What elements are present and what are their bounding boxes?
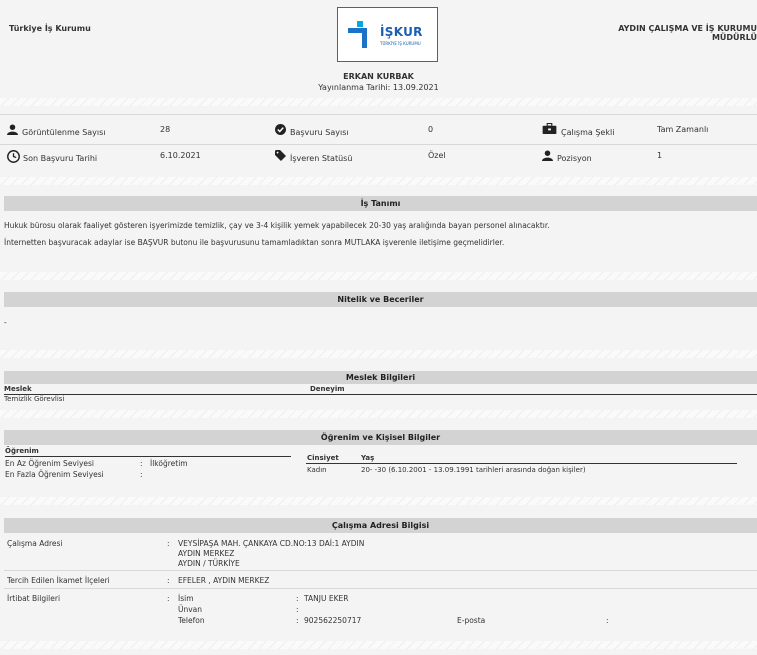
tag-icon [275,150,286,161]
contact-email-label: E-posta [457,616,486,625]
org-name-right: AYDIN ÇALIŞMA VE İŞ KURUMU MÜDÜRLÜ [557,24,757,42]
publish-date-line: Yayınlanma Tarihi: 13.09.2021 [0,83,757,92]
work-address-label: Çalışma Adresi [7,539,63,548]
iskur-logo: İŞKUR TÜRKİYE İŞ KURUMU [337,7,438,62]
gender-value: Kadın [307,466,327,474]
section-header-address: Çalışma Adresi Bilgisi [4,518,757,533]
contact-phone-value: 902562250717 [304,616,362,625]
experience-col-header: Deneyim [310,385,345,393]
contact-title-label: Ünvan [178,605,203,614]
divider-band [0,177,757,185]
section-header-profession: Meslek Bilgileri [4,371,757,384]
min-education-colon: : [140,459,143,468]
applications-value: 0 [428,125,434,134]
min-education-label: En Az Öğrenim Seviyesi [5,459,94,468]
contact-phone-label: Telefon [178,616,205,625]
min-education-value: İlköğretim [150,459,188,468]
divider-band [0,410,757,418]
position-label: Pozisyon [557,154,592,163]
logo-subtext: TÜRKİYE İŞ KURUMU [380,41,421,46]
gender-header: Cinsiyet [307,454,339,462]
check-circle-icon [275,124,286,135]
residence-label: Tercih Edilen İkamet İlçeleri [7,576,110,585]
work-address-line1: VEYSİPAŞA MAH. ÇANKAYA CD.NO:13 DAİ:1 AY… [178,539,365,548]
max-education-colon: : [140,470,143,479]
employer-status-label: İşveren Statüsü [290,154,353,163]
profession-value: Temizlik Görevlisi [4,395,65,403]
education-header: Öğrenim [5,447,39,455]
section-header-job-description: İş Tanımı [4,196,757,211]
org-right-line1: AYDIN ÇALIŞMA VE İŞ KURUMU [618,24,757,33]
skills-value: - [4,318,7,327]
publish-label: Yayınlanma Tarihi: [318,83,391,92]
job-description-line1: Hukuk bürosu olarak faaliyet gösteren iş… [4,221,550,230]
contact-label: İrtibat Bilgileri [7,594,61,603]
logo-text: İŞKUR [380,25,423,39]
profession-col-header: Meslek [4,385,32,393]
work-address-colon: : [167,539,170,548]
work-address-line3: AYDIN / TÜRKİYE [178,559,240,568]
person-icon [542,150,553,161]
divider-band [0,272,757,280]
position-value: 1 [657,151,663,160]
deadline-value: 6.10.2021 [160,151,201,160]
publish-date: 13.09.2021 [392,83,439,92]
age-value: 20- -30 (6.10.2001 - 13.09.1991 tarihler… [361,466,586,474]
views-value: 28 [160,125,171,134]
divider-band [0,350,757,358]
contact-email-colon: : [606,616,609,625]
clock-icon [7,150,20,163]
divider-band [0,497,757,505]
contact-colon: : [167,594,170,603]
employer-status-value: Özel [428,151,446,160]
section-header-skills: Nitelik ve Beceriler [4,292,757,307]
contact-name-label: İsim [178,594,194,603]
divider-band [0,641,757,649]
residence-value: EFELER , AYDIN MERKEZ [178,576,270,585]
org-right-line2: MÜDÜRLÜ [711,33,757,42]
briefcase-icon [542,123,557,134]
applications-label: Başvuru Sayısı [290,128,349,137]
org-name-left: Türkiye İş Kurumu [9,24,91,33]
views-label: Görüntülenme Sayısı [22,128,106,137]
employer-name: ERKAN KURBAK [343,72,414,81]
residence-colon: : [167,576,170,585]
contact-name-colon: : [296,594,299,603]
work-address-line2: AYDIN MERKEZ [178,549,235,558]
contact-phone-colon: : [296,616,299,625]
work-type-value: Tam Zamanlı [657,125,709,134]
job-description-line2: İnternetten başvuracak adaylar ise BAŞVU… [4,238,505,247]
max-education-label: En Fazla Öğrenim Seviyesi [5,470,104,479]
contact-name-value: TANJU EKER [304,594,349,603]
work-type-label: Çalışma Şekli [561,128,615,137]
contact-title-colon: : [296,605,299,614]
user-icon [7,124,18,135]
divider-band [0,98,757,106]
section-header-education: Öğrenim ve Kişisel Bilgiler [4,430,757,445]
age-header: Yaş [361,454,375,462]
deadline-label: Son Başvuru Tarihi [23,154,98,163]
